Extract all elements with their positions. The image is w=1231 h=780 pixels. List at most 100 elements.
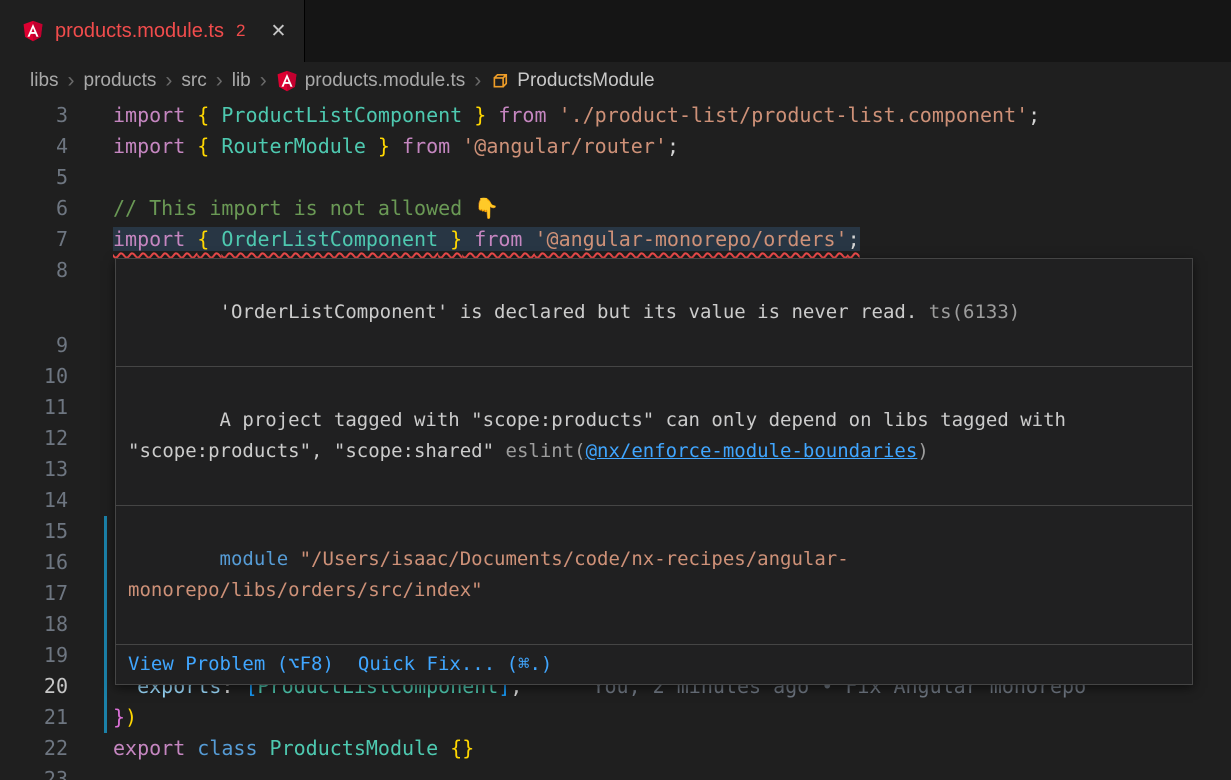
code-text: export class ProductsModule {} (113, 733, 474, 764)
line-number: 6 (0, 193, 68, 224)
git-modified-indicator (104, 609, 107, 640)
line-number: 11 (0, 392, 68, 423)
code-token: '@angular-monorepo/orders' (534, 227, 847, 251)
git-modified-indicator (104, 702, 107, 733)
code-token: export (113, 736, 197, 760)
breadcrumb-item-products-module-ts[interactable]: products.module.ts (276, 70, 466, 92)
line-number: 17 (0, 578, 68, 609)
code-text: }) (113, 702, 137, 733)
breadcrumb-item-products[interactable]: products (84, 70, 157, 92)
code-line-21[interactable]: 21}) (0, 702, 1231, 733)
code-token: } (366, 134, 390, 158)
line-number: 23 (0, 764, 68, 780)
line-number: 10 (0, 361, 68, 392)
code-token: RouterModule (221, 134, 366, 158)
line-number: 20 (0, 671, 68, 702)
git-modified-indicator (104, 578, 107, 609)
code-token: from (390, 134, 462, 158)
line-number: 13 (0, 454, 68, 485)
breadcrumb-separator: › (165, 70, 172, 91)
hover-module-info: module "/Users/isaac/Documents/code/nx-r… (116, 506, 1192, 644)
code-token: import (113, 227, 197, 251)
code-token: '@angular/router' (462, 134, 667, 158)
code-line-6[interactable]: 6 // This import is not allowed 👇 (0, 193, 1231, 224)
breadcrumb-separator: › (216, 70, 223, 91)
ts-diagnostic-code: ts(6133) (917, 301, 1020, 323)
git-modified-indicator (104, 516, 107, 547)
eslint-source-open: eslint( (506, 440, 586, 462)
breadcrumb-item-libs[interactable]: libs (30, 70, 59, 92)
git-modified-indicator (104, 671, 107, 702)
code-token: 👇 (474, 196, 499, 220)
line-number: 18 (0, 609, 68, 640)
line-number: 12 (0, 423, 68, 454)
code-token: ProductListComponent (221, 103, 462, 127)
code-line-4[interactable]: 4import { RouterModule } from '@angular/… (0, 131, 1231, 162)
breadcrumb-label: lib (232, 70, 251, 92)
code-text: import { RouterModule } from '@angular/r… (113, 131, 679, 162)
code-token: } (438, 227, 462, 251)
code-text: import { ProductListComponent } from './… (113, 100, 1040, 131)
line-number: 16 (0, 547, 68, 578)
breadcrumb-label: products (84, 70, 157, 92)
code-token: // This import is not allowed (113, 196, 474, 220)
line-number: 9 (0, 330, 68, 361)
code-token: ) (125, 705, 137, 729)
line-number: 5 (0, 162, 68, 193)
eslint-rule-link[interactable]: @nx/enforce-module-boundaries (586, 440, 918, 462)
breadcrumb: libs › products › src › lib › products.module.t… (0, 62, 1231, 100)
code-editor[interactable]: 3 import { ProductListComponent } from '.… (0, 100, 1231, 780)
vscode-window: products.module.ts 2 ✕ libs › products › src… (0, 0, 1231, 780)
code-line-3[interactable]: 3 import { ProductListComponent } from '.… (0, 100, 1231, 131)
code-text: // This import is not allowed 👇 (113, 193, 499, 224)
ts-diagnostic-text: 'OrderListComponent' is declared but its… (220, 301, 918, 323)
line-number: 14 (0, 485, 68, 516)
code-token: ProductsModule (270, 736, 439, 760)
breadcrumb-item-productsmodule[interactable]: ProductsModule (490, 70, 654, 92)
code-token: } (462, 103, 486, 127)
tab-products-module-ts[interactable]: products.module.ts 2 ✕ (0, 0, 305, 62)
code-token: ; (848, 227, 860, 251)
code-line-7[interactable]: 7 import { OrderListComponent } from '@an… (0, 224, 1231, 255)
view-problem-action[interactable]: View Problem (⌥F8) (128, 649, 334, 680)
code-line-5[interactable]: 5 (0, 162, 1231, 193)
tab-label: products.module.ts (55, 20, 224, 43)
breadcrumb-item-lib[interactable]: lib (232, 70, 251, 92)
code-token: } (113, 705, 125, 729)
code-token: ; (667, 134, 679, 158)
code-token: './product-list/product-list.component' (559, 103, 1029, 127)
angular-icon (22, 20, 44, 42)
class-symbol-icon (490, 71, 510, 91)
breadcrumb-label: ProductsModule (517, 70, 654, 92)
breadcrumb-label: src (181, 70, 206, 92)
eslint-source-close: ) (917, 440, 928, 462)
breadcrumb-separator: › (474, 70, 481, 91)
breadcrumb-label: products.module.ts (305, 70, 466, 92)
breadcrumb-separator: › (260, 70, 267, 91)
breadcrumb-item-src[interactable]: src (181, 70, 206, 92)
hover-eslint-diagnostic: A project tagged with "scope:products" c… (116, 367, 1192, 505)
code-token: class (197, 736, 269, 760)
hover-actions-bar: View Problem (⌥F8) Quick Fix... (⌘.) (116, 645, 1192, 684)
line-number: 19 (0, 640, 68, 671)
code-token: import (113, 103, 197, 127)
tab-close-button[interactable]: ✕ (270, 20, 286, 43)
git-modified-indicator (104, 547, 107, 578)
quick-fix-action[interactable]: Quick Fix... (⌘.) (358, 649, 552, 680)
code-token: from (486, 103, 558, 127)
error-highlight-range: import { OrderListComponent } from '@ang… (113, 227, 860, 251)
module-keyword: module (220, 548, 289, 570)
line-number: 7 (0, 224, 68, 255)
code-token: ; (1028, 103, 1040, 127)
code-token: import (113, 134, 197, 158)
code-text: import { OrderListComponent } from '@ang… (113, 224, 860, 255)
line-number: 22 (0, 733, 68, 764)
code-line-22[interactable]: 22 export class ProductsModule {} (0, 733, 1231, 764)
code-line-23[interactable]: 23 (0, 764, 1231, 780)
line-number: 3 (0, 100, 68, 131)
git-modified-indicator (104, 640, 107, 671)
code-token: { (197, 227, 221, 251)
hover-ts-diagnostic: 'OrderListComponent' is declared but its… (116, 259, 1192, 366)
angular-icon (276, 70, 298, 92)
tab-bar: products.module.ts 2 ✕ (0, 0, 1231, 62)
